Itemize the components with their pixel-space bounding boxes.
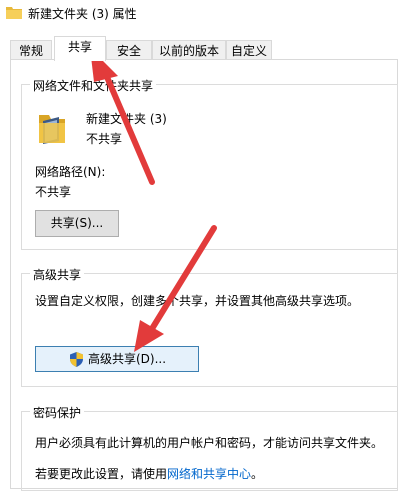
password-protection-description: 用户必须具有此计算机的用户帐户和密码，才能访问共享文件夹。 (35, 436, 384, 450)
change-setting-suffix: 。 (251, 467, 264, 481)
share-status: 不共享 (86, 132, 123, 146)
network-sharing-center-link[interactable]: 网络和共享中心 (167, 467, 251, 481)
title-bar: 新建文件夹 (3) 属性 (0, 0, 398, 26)
share-button[interactable]: 共享(S)... (35, 210, 119, 237)
tab-previous-versions[interactable]: 以前的版本 (152, 40, 226, 60)
network-path-label: 网络路径(N): (35, 165, 106, 179)
tab-security[interactable]: 安全 (106, 40, 152, 60)
advanced-share-description: 设置自定义权限，创建多个共享，并设置其他高级共享选项。 (35, 294, 360, 308)
password-protection-group-label: 密码保护 (30, 404, 85, 421)
folder-large-icon (39, 115, 65, 144)
folder-icon (6, 7, 22, 19)
network-path-value: 不共享 (35, 185, 72, 199)
advanced-share-group-label: 高级共享 (30, 266, 85, 283)
tab-general[interactable]: 常规 (10, 40, 52, 60)
change-setting-prefix: 若要更改此设置，请使用 (35, 467, 168, 481)
folder-name: 新建文件夹 (3) (86, 112, 167, 126)
change-setting-line: 若要更改此设置，请使用网络和共享中心。 (35, 465, 263, 482)
tab-sharing[interactable]: 共享 (54, 36, 106, 61)
advanced-share-button[interactable]: 高级共享(D)... (35, 346, 199, 372)
network-share-group-label: 网络文件和文件夹共享 (30, 77, 157, 94)
tab-strip: 常规 共享 安全 以前的版本 自定义 (0, 36, 398, 61)
window-title: 新建文件夹 (3) 属性 (28, 7, 137, 21)
shield-icon (70, 352, 83, 367)
tab-customize[interactable]: 自定义 (226, 40, 272, 60)
advanced-share-button-label: 高级共享(D)... (88, 352, 167, 366)
